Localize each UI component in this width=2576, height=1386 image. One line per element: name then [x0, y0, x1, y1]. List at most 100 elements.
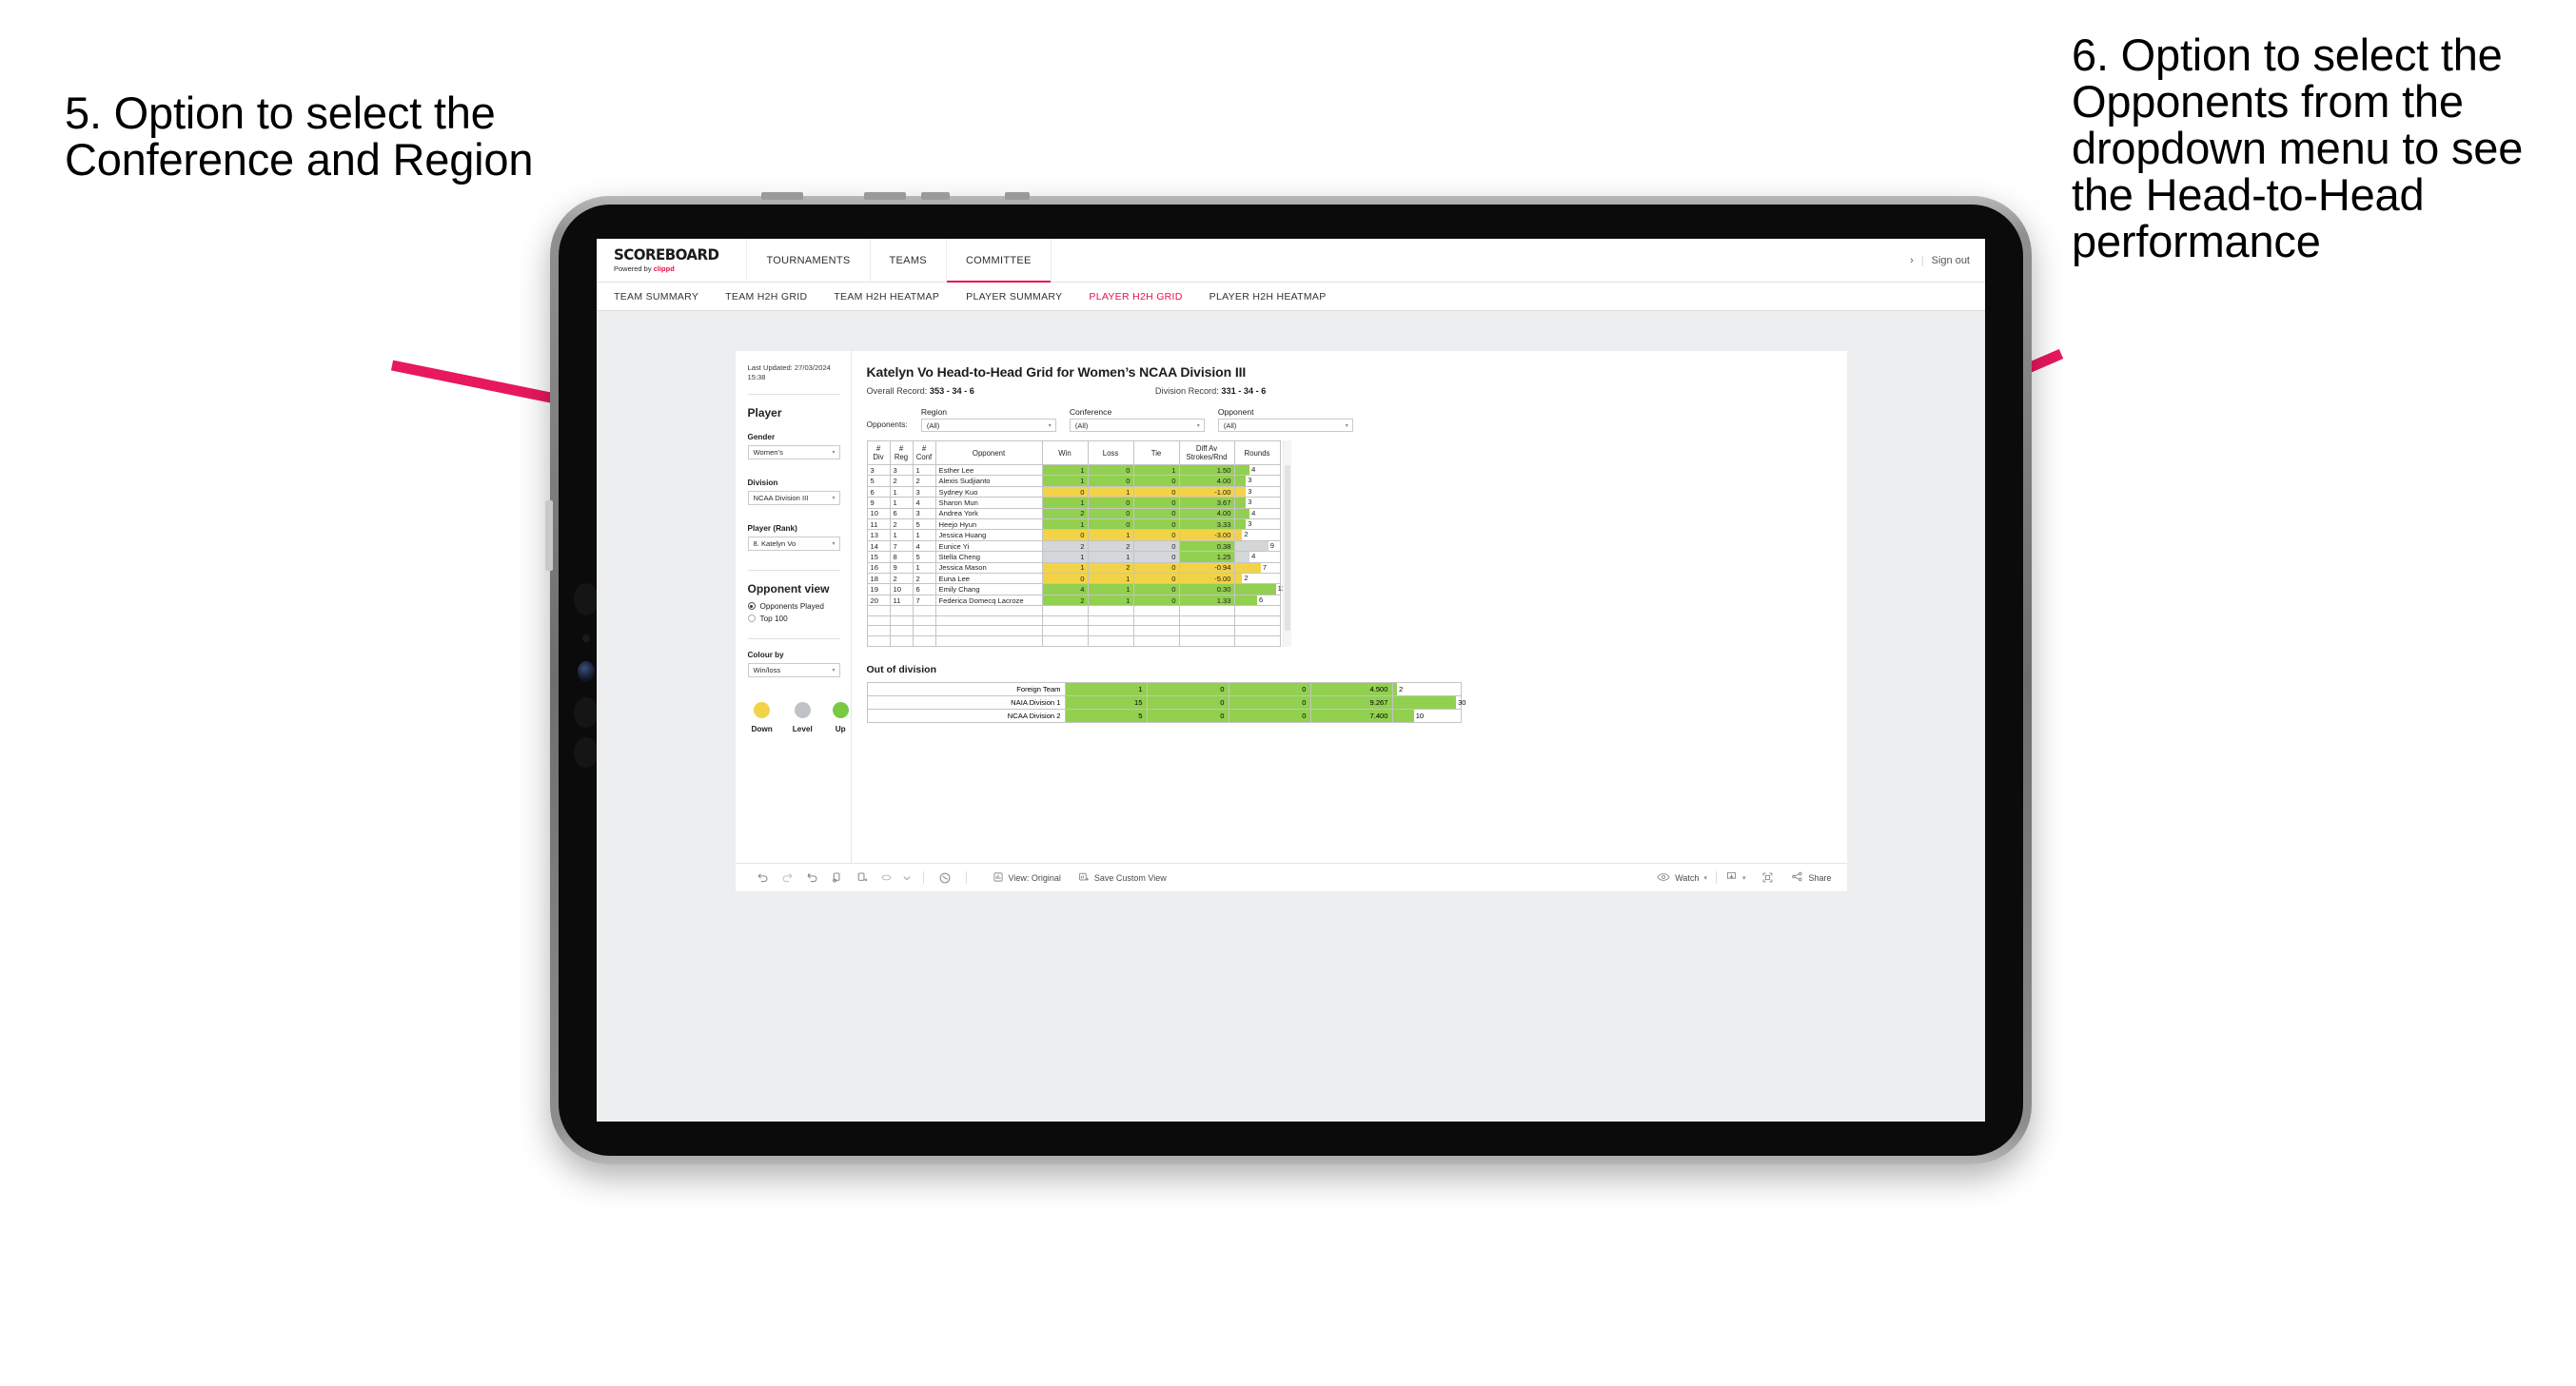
- column-header[interactable]: Win: [1041, 440, 1089, 465]
- column-header[interactable]: Rounds: [1233, 440, 1281, 465]
- table-row[interactable]: NCAA Division 2 5 0 0 7.400 10: [866, 708, 1462, 723]
- table-cell: [912, 605, 936, 616]
- pause-data-icon[interactable]: [850, 871, 875, 884]
- radio-top-100[interactable]: Top 100: [747, 615, 840, 623]
- undo-icon[interactable]: [751, 871, 776, 884]
- tablet-device: SCOREBOARD Powered by clippd TOURNAMENTS…: [545, 192, 2032, 1164]
- table-row[interactable]: 10 6 3 Andrea York 2 0 0 4.00 4: [866, 507, 1281, 520]
- table-cell: 3.67: [1178, 497, 1235, 509]
- table-cell: [1132, 635, 1180, 647]
- table-row[interactable]: 18 2 2 Euna Lee 0 1 0 -5.00 2: [866, 573, 1281, 585]
- region-select[interactable]: (All) ▾: [920, 419, 1056, 432]
- tab-team-h2h-grid[interactable]: TEAM H2H GRID: [725, 291, 807, 303]
- save-custom-view-button[interactable]: Save Custom View: [1078, 871, 1167, 885]
- nav-item-committee[interactable]: COMMITTEE: [946, 239, 1052, 283]
- tab-player-h2h-grid[interactable]: PLAYER H2H GRID: [1089, 291, 1182, 303]
- gender-select[interactable]: Women’s ▾: [747, 444, 840, 459]
- opponent-select[interactable]: (All) ▾: [1217, 419, 1353, 432]
- divider: [747, 393, 840, 395]
- logo-tagline: Powered by clippd: [614, 265, 725, 273]
- fullscreen-icon[interactable]: [1755, 871, 1780, 884]
- rounds-value: 7: [1262, 562, 1268, 572]
- conference-select[interactable]: (All) ▾: [1069, 419, 1205, 432]
- table-row[interactable]: 11 2 5 Heejo Hyun 1 0 0 3.33 3: [866, 518, 1281, 531]
- app-logo[interactable]: SCOREBOARD Powered by clippd: [597, 239, 748, 282]
- table-cell: 0.30: [1178, 583, 1235, 595]
- watch-button[interactable]: Watch ▾: [1657, 871, 1707, 885]
- column-header[interactable]: Opponent: [934, 440, 1043, 465]
- table-cell: 0: [1146, 694, 1229, 710]
- table-cell: -1.00: [1178, 485, 1235, 498]
- tab-team-h2h-heatmap[interactable]: TEAM H2H HEATMAP: [834, 291, 939, 303]
- table-row[interactable]: 19106Emily Chang4100.3011: [866, 583, 1285, 595]
- column-header[interactable]: # Conf: [912, 440, 936, 465]
- table-row[interactable]: 9 1 4 Sharon Mun 1 0 0 3.67 3: [866, 497, 1281, 509]
- download-button[interactable]: ▾: [1725, 870, 1745, 885]
- table-cell: 9: [866, 497, 891, 509]
- grid-body: 3 3 1 Esther Lee 1 0 1 1.50 4 5 2 2 Alexis Sudjianto…: [866, 463, 1285, 647]
- opponent-filters: Opponents: Region (All) ▾ Conference (Al…: [867, 407, 1830, 432]
- share-button[interactable]: Share: [1791, 870, 1832, 885]
- out-of-division-title: Out of division: [866, 663, 937, 675]
- division-select[interactable]: NCAA Division III ▾: [747, 490, 840, 505]
- table-row[interactable]: 15 8 5 Stella Cheng 1 1 0 1.25 4: [866, 551, 1281, 563]
- device-button-top-2[interactable]: [864, 192, 906, 200]
- chevron-down-icon[interactable]: [899, 874, 914, 882]
- table-cell: 0: [1132, 551, 1180, 563]
- top-navigation-bar: SCOREBOARD Powered by clippd TOURNAMENTS…: [597, 239, 1985, 283]
- table-cell: 1: [889, 529, 914, 541]
- rounds-bar-cell: 9: [1233, 539, 1281, 553]
- device-button-top-3[interactable]: [921, 192, 950, 200]
- table-cell: 19: [866, 583, 891, 595]
- player-rank-select[interactable]: 8. Katelyn Vo ▾: [747, 536, 840, 551]
- tab-player-h2h-heatmap[interactable]: PLAYER H2H HEATMAP: [1209, 291, 1327, 303]
- device-button-top-1[interactable]: [761, 192, 803, 200]
- table-row[interactable]: Foreign Team 1 0 0 4.500 2: [866, 681, 1462, 696]
- radio-icon: [747, 615, 756, 622]
- vertical-scrollbar[interactable]: [1282, 440, 1291, 647]
- radio-opponents-played[interactable]: Opponents Played: [747, 602, 840, 611]
- column-header[interactable]: Tie: [1132, 440, 1180, 465]
- chevron-down-icon: ▾: [1048, 422, 1052, 429]
- nav-label: TOURNAMENTS: [766, 254, 851, 266]
- save-custom-view-label: Save Custom View: [1093, 872, 1167, 883]
- colour-by-select[interactable]: Win/loss ▾: [747, 662, 840, 677]
- nav-item-tournaments[interactable]: TOURNAMENTS: [747, 239, 871, 282]
- table-row[interactable]: 16 9 1 Jessica Mason 1 2 0 -0.94 7: [866, 561, 1281, 575]
- revert-icon[interactable]: [800, 871, 825, 884]
- refresh-data-icon[interactable]: [825, 871, 850, 884]
- table-row[interactable]: 14 7 4 Eunice Yi 2 2 0 0.38 9: [866, 539, 1281, 553]
- column-header[interactable]: Diff Av Strokes/Rnd: [1178, 440, 1235, 465]
- table-row[interactable]: 20 11 7 Federica Domecq Lacroze 2 1 0 1.33 6: [866, 594, 1281, 607]
- annotation-left: 5. Option to select the Conference and R…: [65, 88, 534, 185]
- nav-item-teams[interactable]: TEAMS: [871, 239, 947, 282]
- scrollbar-thumb[interactable]: [1284, 465, 1290, 631]
- table-cell: 15: [1064, 694, 1148, 710]
- table-row[interactable]: 5 2 2 Alexis Sudjianto 1 0 0 4.00 3: [866, 475, 1281, 487]
- table-cell: 0: [1087, 475, 1134, 487]
- table-row[interactable]: 6 1 3 Sydney Kuo 0 1 0 -1.00 3: [866, 485, 1281, 498]
- table-row[interactable]: NAIA Division 1 15 0 0 9.267 30: [866, 694, 1466, 710]
- view-original-button[interactable]: View: Original: [993, 871, 1061, 885]
- dashboard-reset-icon[interactable]: [933, 871, 957, 885]
- table-row[interactable]: 13 1 1 Jessica Huang 0 1 0 -3.00 2: [866, 529, 1281, 541]
- chevron-right-icon[interactable]: ›: [1910, 255, 1914, 266]
- highlight-icon[interactable]: [875, 871, 899, 884]
- table-cell: Heejo Hyun: [934, 518, 1043, 531]
- table-row[interactable]: 3 3 1 Esther Lee 1 0 1 1.50 4: [866, 463, 1281, 477]
- grid-header: # Div # Reg # Conf Opponent Win Loss Tie Diff Av St…: [866, 440, 1281, 465]
- column-header[interactable]: # Div: [866, 440, 891, 465]
- table-cell: 1.33: [1178, 594, 1235, 607]
- device-button-top-4[interactable]: [1005, 192, 1030, 200]
- sign-out-link[interactable]: Sign out: [1932, 255, 1970, 266]
- table-cell: [866, 625, 891, 637]
- redo-icon[interactable]: [776, 871, 800, 884]
- column-header[interactable]: Loss: [1087, 440, 1134, 465]
- table-cell: 0: [1041, 485, 1089, 498]
- rounds-value: 10: [1415, 711, 1425, 720]
- tab-team-summary[interactable]: TEAM SUMMARY: [614, 291, 698, 303]
- tab-player-summary[interactable]: PLAYER SUMMARY: [966, 291, 1062, 303]
- legend-item-down: Down: [752, 701, 773, 733]
- device-button-left[interactable]: [545, 500, 553, 571]
- column-header[interactable]: # Reg: [889, 440, 914, 465]
